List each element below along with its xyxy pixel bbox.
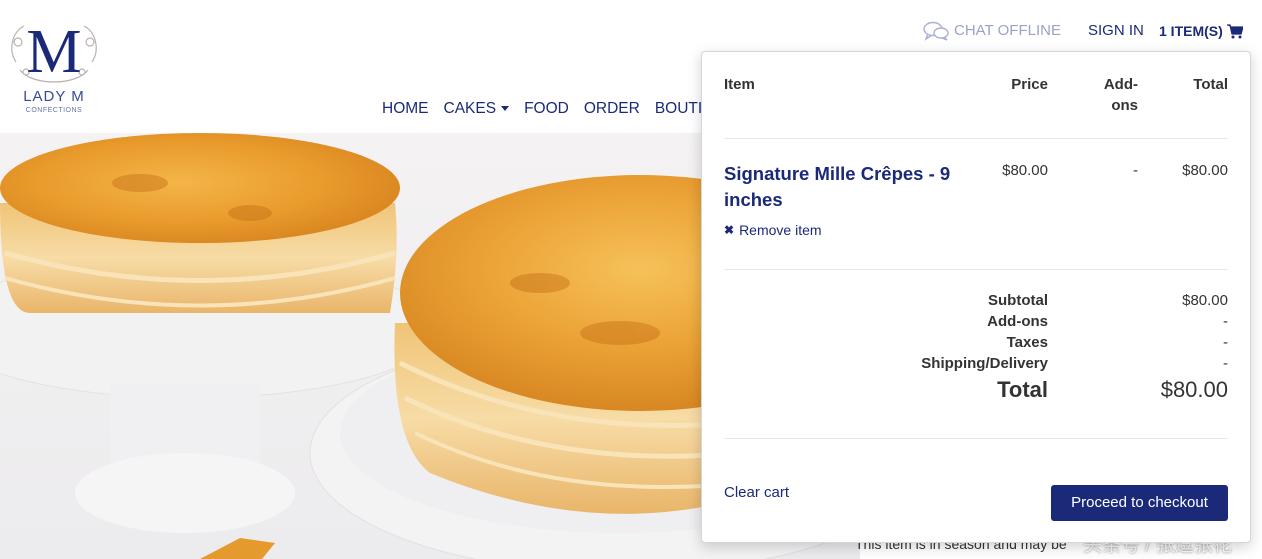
divider bbox=[724, 438, 1228, 439]
nav-item-food[interactable]: FOOD bbox=[524, 98, 569, 120]
column-header-addons: Add- ons bbox=[1078, 74, 1138, 116]
nav-item-order[interactable]: ORDER bbox=[584, 98, 640, 120]
proceed-to-checkout-button[interactable]: Proceed to checkout bbox=[1051, 485, 1228, 521]
cart-item-total: $80.00 bbox=[1182, 162, 1228, 179]
brand-logo[interactable]: M LADY M CONFECTIONS bbox=[6, 12, 102, 116]
speech-bubbles-icon bbox=[923, 21, 949, 41]
nav-item-home[interactable]: HOME bbox=[382, 98, 429, 120]
logo-letter: M bbox=[26, 18, 81, 86]
cart-toggle[interactable]: 1 ITEM(S) bbox=[1159, 20, 1243, 42]
nav-item-cakes[interactable]: CAKES bbox=[444, 98, 510, 120]
logo-name: LADY M bbox=[23, 88, 85, 105]
main-nav: HOME CAKES FOOD ORDER BOUTIQ bbox=[382, 98, 714, 120]
subtotal-value: $80.00 bbox=[1182, 292, 1228, 309]
total-label: Total bbox=[997, 377, 1048, 402]
remove-item-label: Remove item bbox=[739, 222, 822, 238]
nav-item-cakes-label: CAKES bbox=[443, 100, 497, 117]
subtotal-label: Subtotal bbox=[988, 292, 1048, 309]
divider bbox=[724, 138, 1228, 139]
addons-label: Add-ons bbox=[987, 313, 1048, 330]
divider bbox=[724, 269, 1228, 270]
chat-status-link[interactable]: CHAT OFFLINE bbox=[922, 20, 1061, 42]
clear-cart-link[interactable]: Clear cart bbox=[724, 484, 789, 501]
logo-tagline: CONFECTIONS bbox=[25, 107, 83, 114]
addons-value: - bbox=[1223, 313, 1228, 330]
shipping-label: Shipping/Delivery bbox=[921, 355, 1048, 372]
logo-emblem: M bbox=[11, 18, 97, 86]
column-header-price: Price bbox=[1011, 76, 1048, 93]
total-value: $80.00 bbox=[1160, 377, 1228, 402]
cart-item-addons: - bbox=[1133, 162, 1138, 179]
sign-in-link[interactable]: SIGN IN bbox=[1088, 20, 1144, 42]
taxes-value: - bbox=[1223, 334, 1228, 351]
column-header-addons-line1: Add- bbox=[1103, 76, 1138, 93]
shopping-cart-icon bbox=[1226, 23, 1243, 38]
chevron-down-icon bbox=[501, 106, 510, 112]
column-header-addons-line2: ons bbox=[1111, 97, 1138, 114]
chat-status-label: CHAT OFFLINE bbox=[954, 22, 1061, 39]
cart-dropdown: Item Price Add- ons Total Signature Mill… bbox=[701, 51, 1251, 543]
column-header-total: Total bbox=[1193, 76, 1228, 93]
shipping-value: - bbox=[1223, 355, 1228, 372]
cart-count-label: 1 ITEM(S) bbox=[1159, 23, 1223, 39]
remove-item-link[interactable]: ✖ Remove item bbox=[724, 222, 822, 238]
column-header-item: Item bbox=[724, 76, 755, 93]
close-icon: ✖ bbox=[724, 223, 735, 237]
cart-item-name[interactable]: Signature Mille Crêpes - 9 inches bbox=[724, 161, 974, 213]
taxes-label: Taxes bbox=[1006, 334, 1048, 351]
cart-item-price: $80.00 bbox=[1002, 162, 1048, 179]
